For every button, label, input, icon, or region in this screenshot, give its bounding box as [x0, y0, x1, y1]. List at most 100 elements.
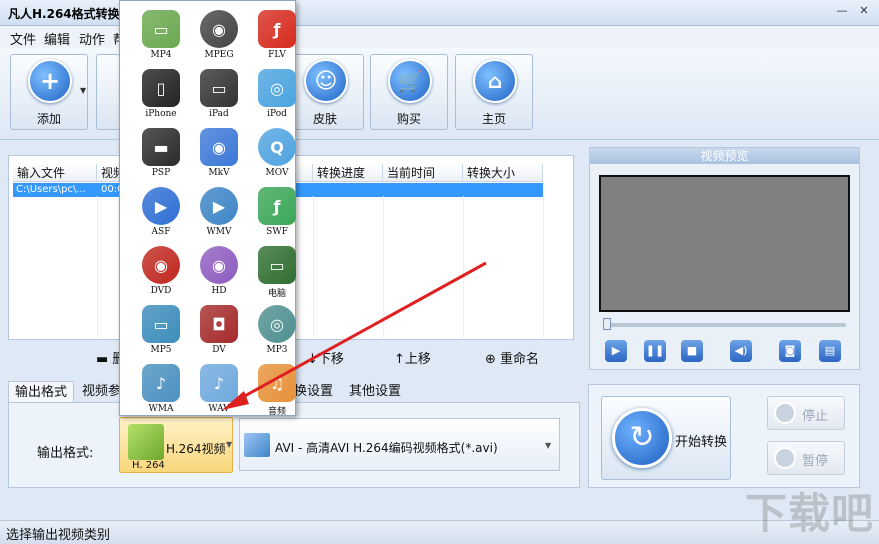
format-item-dvd[interactable]: ◉ DVD — [132, 241, 190, 299]
format-item-label: MkV — [208, 168, 230, 178]
status-text: 选择输出视频类别 — [6, 528, 111, 543]
format-item-label: 电脑 — [267, 289, 286, 299]
column-header-progress[interactable]: 转换进度 — [313, 164, 383, 182]
buy-button[interactable]: 🛒 购买 — [370, 54, 448, 130]
format-item-label: HD — [211, 286, 227, 296]
chevron-down-icon: ▼ — [226, 440, 233, 449]
cart-icon: 🛒 — [388, 59, 432, 103]
format-item-psp[interactable]: ▬ PSP — [132, 123, 190, 181]
output-format-label: 输出格式: — [37, 446, 94, 461]
play-circle-icon: ▶ — [142, 187, 180, 225]
play-icon[interactable]: ▶ — [605, 340, 627, 362]
chevron-down-icon: ▼ — [545, 441, 552, 450]
format-item-dv[interactable]: ◘ DV — [190, 300, 248, 358]
format-item-label: WMV — [206, 227, 232, 237]
format-item-label: PSP — [151, 168, 171, 178]
column-header-input-file[interactable]: 输入文件 — [13, 164, 97, 182]
format-item-mp4[interactable]: ▭ MP4 — [132, 5, 190, 63]
format-item-wav[interactable]: ♪ WAV — [190, 359, 248, 417]
home-button[interactable]: ⌂ 主页 — [455, 54, 533, 130]
format-item-mov[interactable]: Q MOV — [248, 123, 306, 181]
app-title: 凡人H.264格式转换器 — [8, 7, 132, 21]
h264-box-icon — [128, 424, 164, 460]
format-item-label: ASF — [151, 227, 171, 237]
format-item-flv[interactable]: ƒ FLV — [248, 5, 306, 63]
music-note-icon: ♪ — [142, 364, 180, 402]
plus-icon: + — [28, 59, 72, 103]
ipod-icon: ◎ — [258, 69, 296, 107]
ipad-icon: ▭ — [200, 69, 238, 107]
format-item-wma[interactable]: ♪ WMA — [132, 359, 190, 417]
stop-icon[interactable]: ■ — [681, 340, 703, 362]
add-button[interactable]: + 添加 — [10, 54, 88, 130]
format-item-asf[interactable]: ▶ ASF — [132, 182, 190, 240]
format-item-ipad[interactable]: ▭ iPad — [190, 64, 248, 122]
format-item-label: MP4 — [150, 50, 172, 60]
avi-box-icon — [244, 433, 270, 457]
home-button-label: 主页 — [481, 112, 506, 126]
format-item-mpeg[interactable]: ◉ MPEG — [190, 5, 248, 63]
rename-button[interactable]: ⊕ 重命名 — [485, 348, 539, 367]
format-item-hd[interactable]: ◉ HD — [190, 241, 248, 299]
minimize-button[interactable]: — — [833, 3, 851, 19]
mp4-icon: ▭ — [142, 10, 180, 48]
grid-divider — [313, 196, 314, 338]
dvd-icon: ◉ — [142, 246, 180, 284]
format-item-mp5[interactable]: ▭ MP5 — [132, 300, 190, 358]
music-note-icon: ♪ — [200, 364, 238, 402]
volume-icon[interactable]: ◀) — [730, 340, 752, 362]
tab-other-settings[interactable]: 其他设置 — [343, 381, 407, 403]
format-item-电脑[interactable]: ▭ 电脑 — [248, 241, 306, 299]
audio-icon: ♫ — [258, 364, 296, 402]
menu-edit[interactable]: 编辑 — [44, 29, 70, 48]
menu-file[interactable]: 文件 — [10, 29, 36, 48]
format-item-ipod[interactable]: ◎ iPod — [248, 64, 306, 122]
column-header-current-time[interactable]: 当前时间 — [383, 164, 463, 182]
preview-screen — [599, 175, 850, 312]
format-item-label: 音频 — [267, 407, 286, 417]
video-preview-panel: 视频预览 ▶ ❚❚ ■ ◀) ◙ ▤ — [589, 147, 860, 370]
toolbar-hidden-button[interactable] — [96, 54, 120, 130]
pause-icon[interactable]: ❚❚ — [644, 340, 666, 362]
quicktime-icon: Q — [258, 128, 296, 166]
folder-icon[interactable]: ▤ — [819, 340, 841, 362]
format-item-label: WAV — [208, 404, 230, 414]
camcorder-icon: ◘ — [200, 305, 238, 343]
format-item-音频[interactable]: ♫ 音频 — [248, 359, 306, 417]
format-item-label: SWF — [266, 227, 288, 237]
format-item-label: MP5 — [150, 345, 172, 355]
format-item-mp3[interactable]: ◎ MP3 — [248, 300, 306, 358]
move-up-label: 上移 — [404, 352, 431, 367]
format-item-label: DV — [212, 345, 226, 355]
mp3-icon: ◎ — [258, 305, 296, 343]
format-item-iphone[interactable]: ▯ iPhone — [132, 64, 190, 122]
grid-divider — [543, 196, 544, 338]
preview-title: 视频预览 — [590, 148, 859, 164]
move-up-button[interactable]: ↑上移 — [394, 348, 431, 367]
close-button[interactable]: ✕ — [855, 3, 873, 19]
format-category-menu: ▭ MP4 ◉ MPEG ƒ FLV ▯ iPhone ▭ iPad ◎ iPod ▬ PSP ◉ MkV Q M… — [119, 0, 296, 417]
column-header-size[interactable]: 转换大小 — [463, 164, 543, 182]
grid-divider — [97, 196, 98, 338]
format-badge: H. 264 — [132, 460, 165, 471]
tab-output-format[interactable]: 输出格式 — [8, 381, 75, 403]
format-item-label: iPad — [209, 109, 229, 119]
format-item-label: iPhone — [145, 109, 177, 119]
seek-thumb[interactable] — [603, 318, 611, 330]
format-item-wmv[interactable]: ▶ WMV — [190, 182, 248, 240]
pause-button[interactable]: 暂停 — [767, 441, 845, 475]
stop-circle-icon — [774, 402, 796, 424]
menu-action[interactable]: 动作 — [79, 29, 105, 48]
snapshot-icon[interactable]: ◙ — [779, 340, 801, 362]
move-down-button[interactable]: ↓下移 — [307, 348, 344, 367]
seek-bar[interactable] — [605, 323, 846, 327]
format-item-swf[interactable]: ƒ SWF — [248, 182, 306, 240]
add-button-label: 添加 — [36, 112, 61, 126]
grid-divider — [383, 196, 384, 338]
add-dropdown-icon[interactable]: ▼ — [80, 86, 86, 95]
format-item-mkv[interactable]: ◉ MkV — [190, 123, 248, 181]
film-reel-icon: ◉ — [200, 246, 238, 284]
mkv-icon: ◉ — [200, 128, 238, 166]
format-item-label: iPod — [267, 109, 287, 119]
stop-button[interactable]: 停止 — [767, 396, 845, 430]
